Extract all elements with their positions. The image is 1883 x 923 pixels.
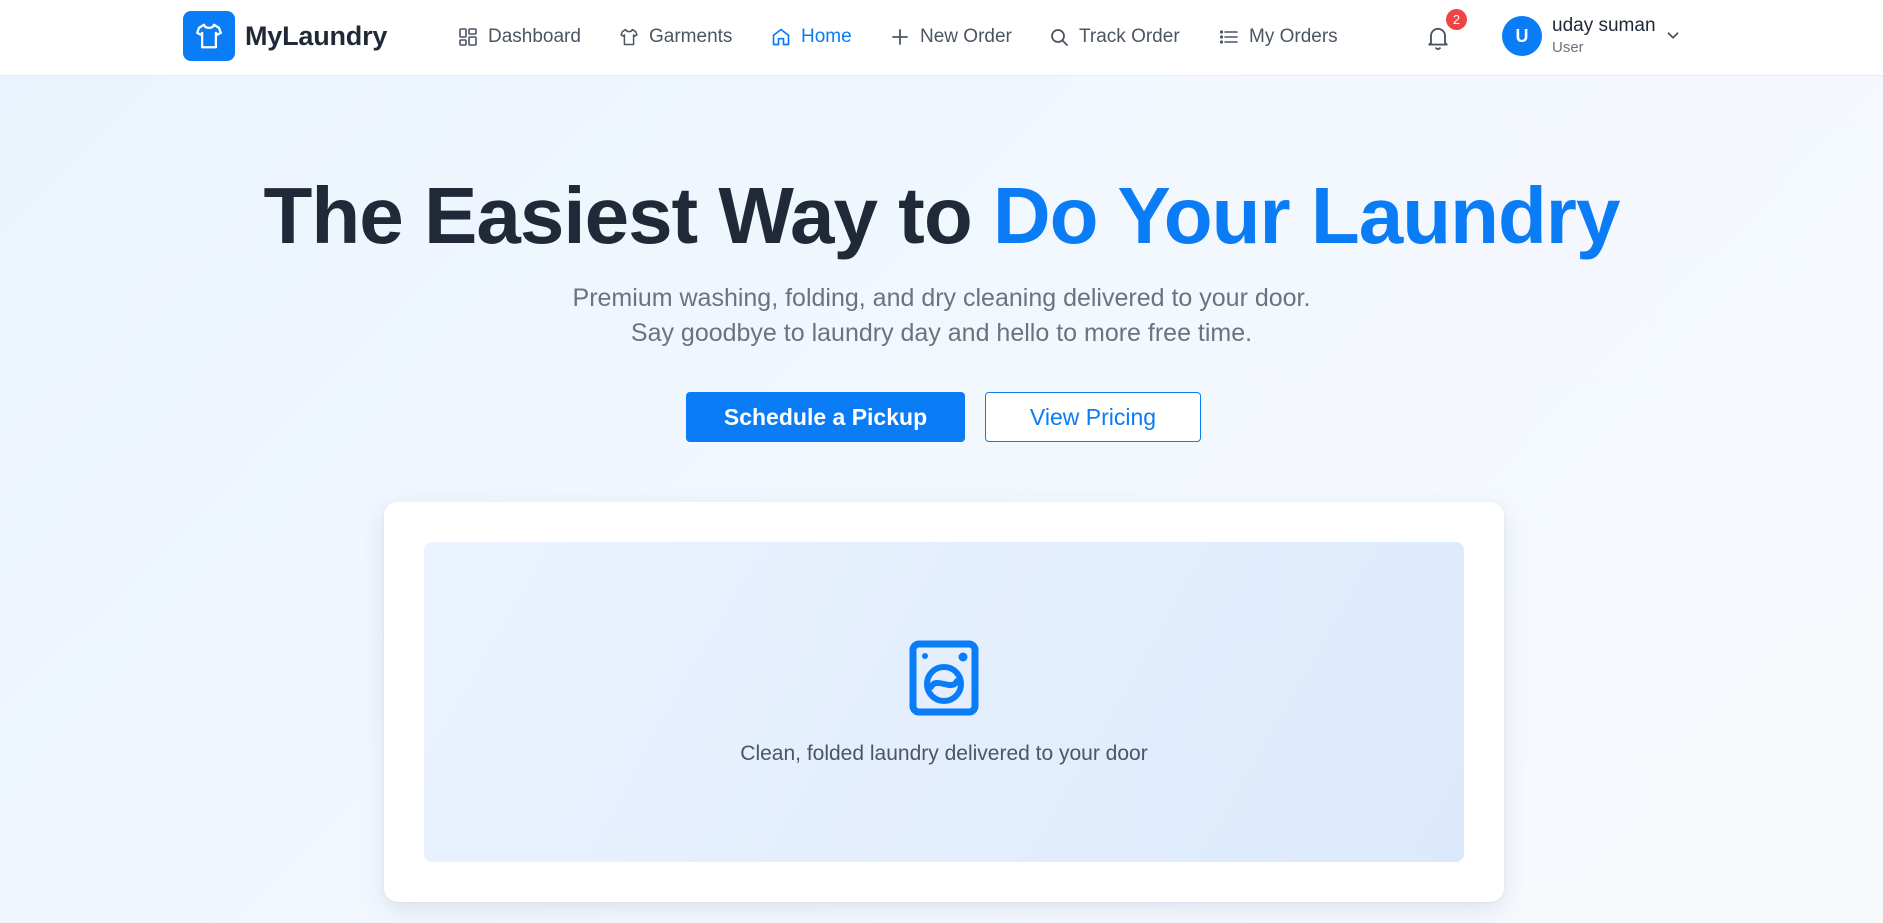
hero-title-accent: Do Your Laundry — [992, 171, 1621, 260]
list-icon — [1219, 30, 1238, 44]
showcase-card: Clean, folded laundry delivered to your … — [384, 502, 1504, 902]
washing-machine-icon — [909, 640, 979, 716]
top-navbar: MyLaundry Dashboard Garments Home New Or… — [0, 0, 1883, 76]
nav-dashboard-label: Dashboard — [488, 26, 581, 47]
nav-my-orders[interactable]: My Orders — [1219, 20, 1338, 54]
nav-dashboard[interactable]: Dashboard — [458, 20, 581, 54]
nav-new-order[interactable]: New Order — [890, 20, 1012, 54]
avatar[interactable]: U — [1502, 16, 1542, 56]
hero-subtitle-line2: Say goodbye to laundry day and hello to … — [630, 319, 1253, 347]
user-name[interactable]: uday suman — [1552, 15, 1656, 37]
chevron-down-icon[interactable] — [1664, 26, 1682, 44]
user-role: User — [1552, 39, 1584, 56]
showcase-panel: Clean, folded laundry delivered to your … — [424, 542, 1464, 862]
nav-home[interactable]: Home — [771, 20, 852, 54]
home-icon — [772, 28, 790, 46]
tshirt-icon — [183, 11, 235, 61]
hero-title-prefix: The Easiest Way to — [263, 171, 993, 260]
brand-name: MyLaundry — [245, 20, 388, 51]
dashboard-grid-icon — [459, 28, 477, 46]
nav-track-order[interactable]: Track Order — [1049, 20, 1180, 54]
shirt-icon — [620, 28, 638, 46]
search-icon — [1051, 29, 1068, 46]
notification-badge: 2 — [1446, 9, 1467, 30]
brand[interactable]: MyLaundry — [183, 11, 387, 61]
nav-track-order-label: Track Order — [1079, 26, 1180, 47]
nav-my-orders-label: My Orders — [1249, 26, 1338, 47]
nav-home-label: Home — [801, 26, 852, 47]
view-pricing-button[interactable]: View Pricing — [985, 392, 1201, 442]
nav-garments-label: Garments — [649, 26, 733, 47]
hero-subtitle-line1: Premium washing, folding, and dry cleani… — [572, 284, 1311, 312]
nav-new-order-label: New Order — [920, 26, 1012, 47]
schedule-pickup-button[interactable]: Schedule a Pickup — [686, 392, 965, 442]
plus-icon — [892, 29, 908, 45]
nav-garments[interactable]: Garments — [619, 20, 732, 54]
hero-title: The Easiest Way to Do Your Laundry — [0, 170, 1883, 262]
showcase-caption: Clean, folded laundry delivered to your … — [740, 742, 1148, 765]
